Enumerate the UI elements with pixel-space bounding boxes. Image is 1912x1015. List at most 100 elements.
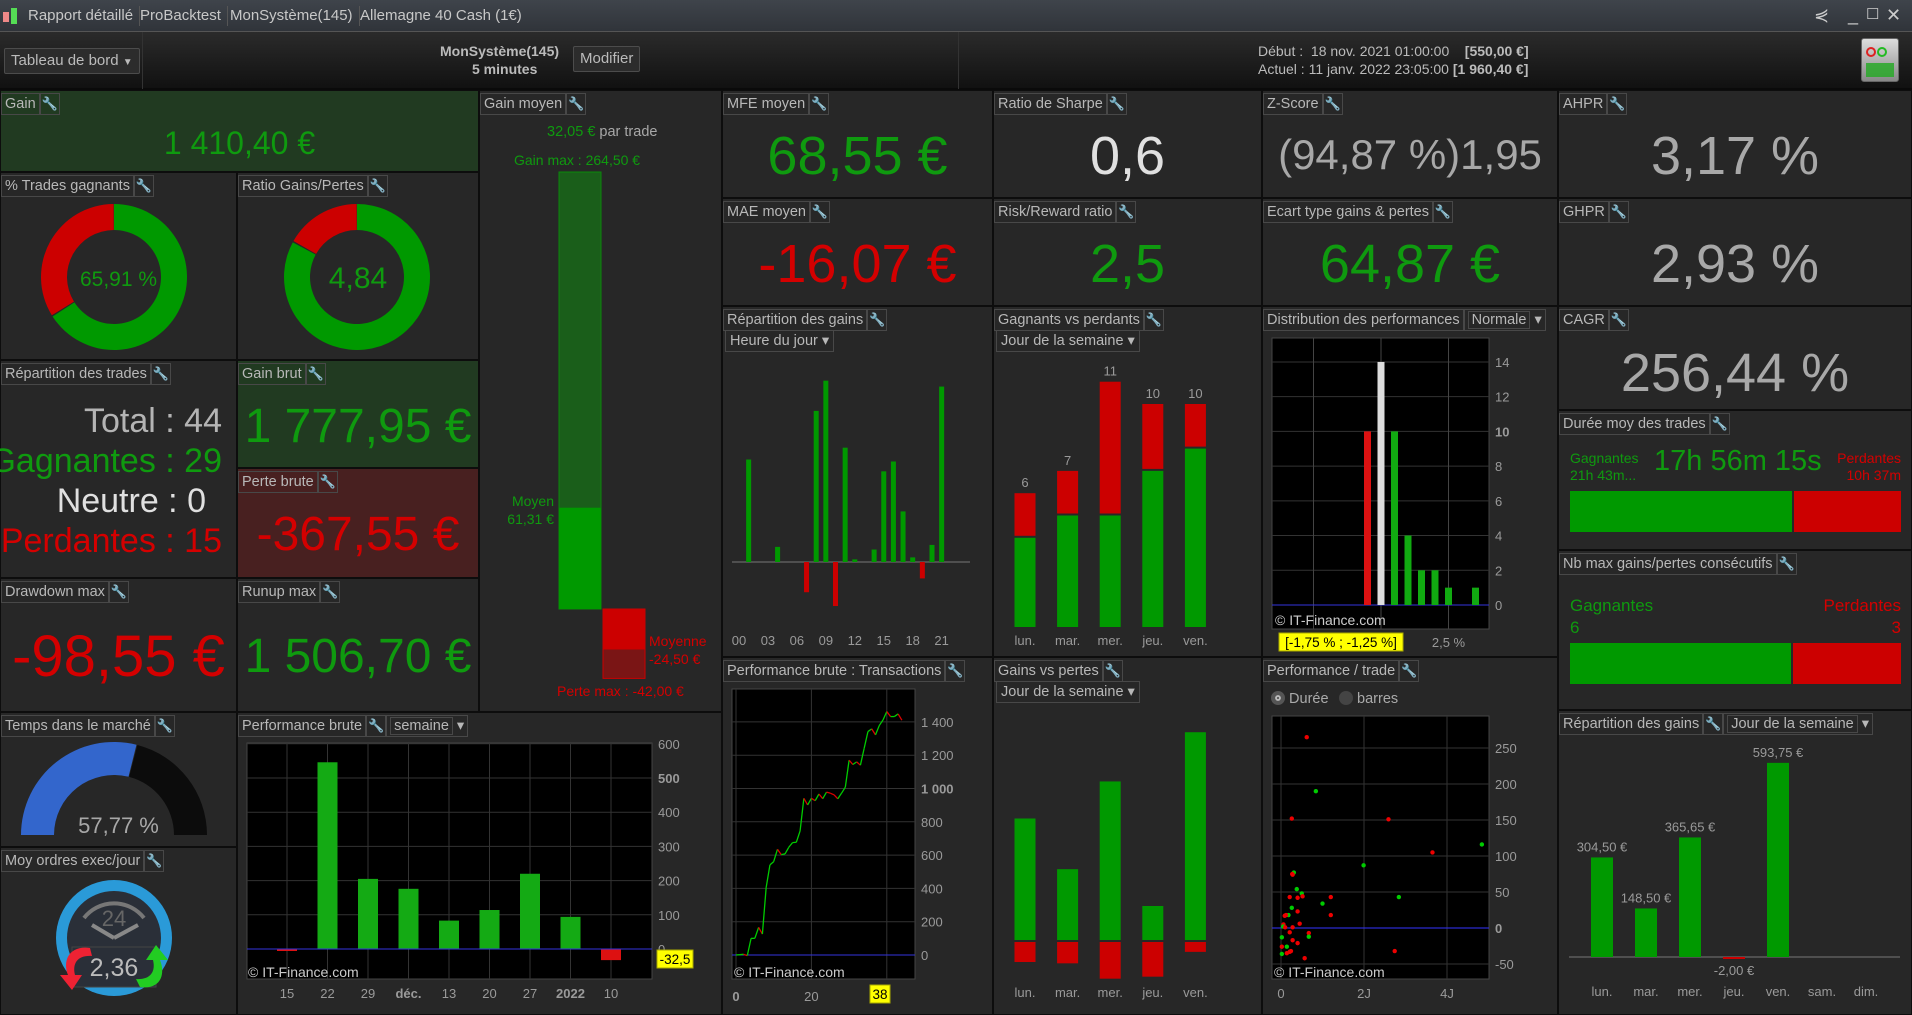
wrench-icon[interactable]: 🔧 — [809, 201, 830, 223]
wrench-icon[interactable]: 🔧 — [1143, 309, 1164, 331]
panel-performance-distribution: Distribution des performances Normale ▾ — [1262, 306, 1558, 657]
panel-title: Risk/Reward ratio 🔧 — [994, 201, 1137, 223]
panel-avg-mfe: MFE moyen 🔧 68,55 € — [722, 90, 993, 198]
wrench-icon[interactable]: 🔧 — [305, 363, 326, 385]
panel-title: Ecart type gains & pertes 🔧 — [1263, 201, 1453, 223]
modify-button[interactable]: Modifier — [573, 46, 641, 72]
tab-rapport-detaille[interactable]: Rapport détaillé — [22, 6, 141, 26]
wrench-icon[interactable]: 🔧 — [39, 93, 60, 115]
radio-bars-label: barres — [1357, 691, 1399, 707]
weekday-select[interactable]: Jour de la semaine ▾ — [996, 330, 1140, 352]
tab-instrument[interactable]: Allemagne 40 Cash (1€) — [354, 6, 528, 26]
maximize-icon[interactable]: ☐ — [1866, 5, 1879, 25]
panel-title: CAGR 🔧 — [1559, 309, 1629, 331]
panel-title-label: Ecart type gains & pertes — [1263, 201, 1433, 223]
panel-title-label: Moy ordres exec/jour — [1, 850, 145, 872]
current-date: 11 janv. 2022 23:05:00 — [1308, 61, 1449, 77]
panel-title-label: Gain moyen — [480, 93, 567, 115]
app-logo-icon — [2, 7, 18, 25]
wrench-icon[interactable]: 🔧 — [144, 850, 165, 872]
wrench-icon[interactable]: 🔧 — [1322, 93, 1343, 115]
panel-title-label: Performance / trade — [1263, 660, 1400, 682]
wrench-icon[interactable]: 🔧 — [1433, 201, 1453, 223]
wrench-icon[interactable]: 🔧 — [150, 363, 171, 385]
close-icon[interactable]: ✕ — [1886, 5, 1901, 25]
panel-title: Gain brut 🔧 — [238, 363, 326, 385]
wrench-icon[interactable]: 🔧 — [809, 93, 830, 115]
view-select[interactable]: Tableau de bord ▼ — [4, 48, 140, 74]
consecutive-losses-value: 3 — [1891, 618, 1901, 637]
wrench-icon[interactable]: 🔧 — [1106, 93, 1127, 115]
panel-title: Nb max gains/pertes consécutifs 🔧 — [1559, 553, 1797, 575]
wrench-icon[interactable]: 🔧 — [366, 715, 387, 737]
wrench-icon[interactable]: 🔧 — [945, 660, 966, 682]
wrench-icon[interactable]: 🔧 — [133, 175, 154, 197]
avg-duration-value: 17h 56m 15s — [1654, 445, 1822, 477]
panel-title-label: Performance brute : Transactions — [723, 660, 946, 682]
time-in-market-value: 57,77 % — [78, 813, 159, 838]
wrench-icon[interactable]: 🔧 — [1608, 309, 1629, 331]
panel-title-label: Répartition des trades — [1, 363, 151, 385]
weekday-select[interactable]: Jour de la semaine ▾ — [996, 681, 1140, 703]
hour-select[interactable]: Heure du jour ▾ — [725, 330, 835, 352]
panel-title: Runup max 🔧 — [238, 581, 341, 603]
tab-probacktest[interactable]: ProBacktest — [134, 6, 228, 26]
divider — [958, 32, 959, 89]
ahpr-value: 3,17 % — [1650, 126, 1820, 186]
start-date: 18 nov. 2021 01:00:00 — [1310, 43, 1450, 59]
wrench-icon[interactable]: 🔧 — [1607, 93, 1628, 115]
weekday-select[interactable]: Jour de la semaine ▾ — [1723, 713, 1874, 735]
panel-title-label: Ratio de Sharpe — [994, 93, 1107, 115]
consecutive-wins-label: Gagnantes — [1570, 596, 1654, 615]
wrench-icon[interactable]: 🔧 — [1703, 713, 1724, 735]
avg-loss-value: -24,50 € — [649, 651, 701, 667]
panel-title-label: Nb max gains/pertes consécutifs — [1559, 553, 1777, 575]
losing-duration-value: 10h 37m — [1846, 467, 1901, 483]
radio-duration[interactable]: Durée — [1271, 691, 1329, 707]
panel-sharpe-ratio: Ratio de Sharpe 🔧 0,6 — [993, 90, 1262, 198]
share-icon[interactable]: ⋞ — [1814, 5, 1829, 25]
panel-title: Répartition des gains 🔧 Jour de la semaine… — [1559, 713, 1874, 735]
dashboard-settings-icon[interactable] — [1861, 38, 1899, 82]
wrench-icon[interactable]: 🔧 — [1102, 660, 1123, 682]
wrench-icon[interactable]: 🔧 — [317, 471, 338, 493]
tab-system[interactable]: MonSystème(145) — [224, 6, 360, 26]
distribution-select[interactable]: Normale ▾ — [1463, 309, 1546, 331]
wrench-icon[interactable]: 🔧 — [1608, 201, 1629, 223]
wrench-icon[interactable]: 🔧 — [367, 175, 388, 197]
panel-title-label: MAE moyen — [723, 201, 810, 223]
panel-average-gain: Gain moyen 🔧 32,05 € par trade Gain max :… — [479, 90, 722, 712]
wrench-icon[interactable]: 🔧 — [154, 715, 175, 737]
wrench-icon[interactable]: 🔧 — [1776, 553, 1797, 575]
panel-trade-breakdown: Répartition des trades 🔧 Total : 44 Gagna… — [0, 360, 237, 578]
panel-z-score: Z-Score 🔧 (94,87 %)1,95 — [1262, 90, 1558, 198]
divider — [142, 32, 143, 89]
wrench-icon[interactable]: 🔧 — [1399, 660, 1420, 682]
winning-duration-label: Gagnantes — [1570, 450, 1639, 466]
start-capital: [550,00 €] — [1464, 43, 1529, 59]
panel-title-label: Z-Score — [1263, 93, 1323, 115]
wrench-icon[interactable]: 🔧 — [1709, 413, 1730, 435]
panel-title: Répartition des trades 🔧 — [1, 363, 171, 385]
avg-gain-label: Moyen — [511, 493, 554, 509]
wrench-icon[interactable]: 🔧 — [108, 581, 129, 603]
wrench-icon[interactable]: 🔧 — [1116, 201, 1137, 223]
panel-title-label: Performance brute — [238, 715, 367, 737]
panel-title-label: Ratio Gains/Pertes — [238, 175, 368, 197]
winning-pct-value: 65,91 % — [79, 268, 158, 291]
wrench-icon[interactable]: 🔧 — [566, 93, 587, 115]
panel-ratio-gains-losses: Ratio Gains/Pertes 🔧 4,84 — [237, 172, 479, 360]
radio-bars[interactable]: barres — [1339, 691, 1398, 707]
panel-title: MAE moyen 🔧 — [723, 201, 830, 223]
radio-duration-label: Durée — [1289, 691, 1329, 707]
minimize-icon[interactable]: _ — [1848, 5, 1858, 25]
panel-title-label: Risk/Reward ratio — [994, 201, 1117, 223]
period-select[interactable]: semaine ▾ — [386, 715, 469, 737]
panel-title-label: Durée moy des trades — [1559, 413, 1710, 435]
mfe-value: 68,55 € — [767, 126, 948, 186]
panel-risk-reward: Risk/Reward ratio 🔧 2,5 — [993, 198, 1262, 306]
wrench-icon[interactable]: 🔧 — [320, 581, 341, 603]
panel-title-label: CAGR — [1559, 309, 1609, 331]
wrench-icon[interactable]: 🔧 — [867, 309, 888, 331]
panel-title-label: Gain brut — [238, 363, 306, 385]
